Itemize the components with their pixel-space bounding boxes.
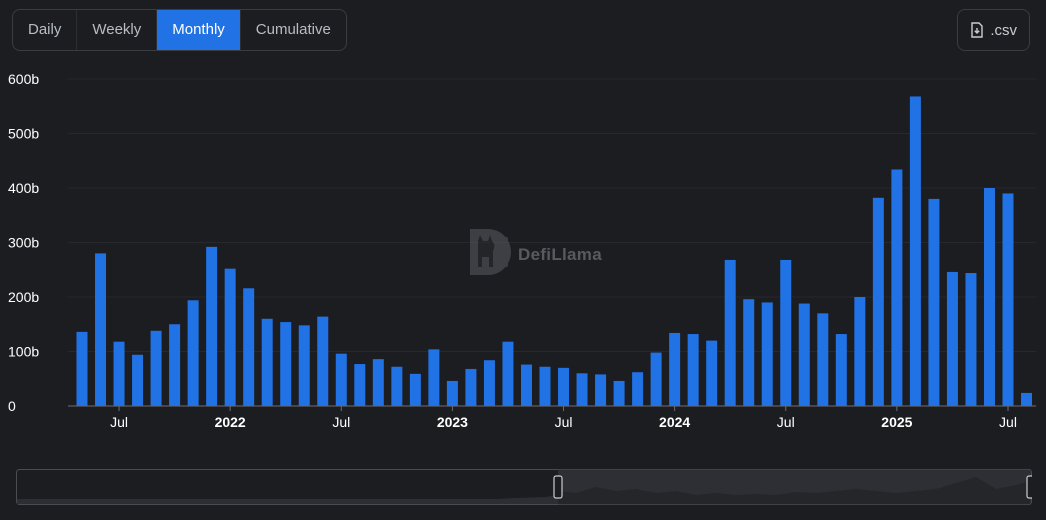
bar-2024-02[interactable] — [687, 334, 699, 406]
bar-2021-05[interactable] — [76, 331, 88, 406]
bar-2024-08[interactable] — [798, 303, 810, 406]
bar-2022-03[interactable] — [261, 318, 273, 406]
y-tick-label: 400b — [8, 180, 39, 196]
bar-2023-06[interactable] — [539, 366, 551, 406]
bar-2024-11[interactable] — [854, 297, 866, 406]
x-tick-label: 2023 — [437, 414, 468, 430]
bar-2022-04[interactable] — [280, 322, 292, 406]
x-tick-label: 2022 — [215, 414, 246, 430]
bar-2025-04[interactable] — [946, 271, 958, 406]
bar-undefined[interactable] — [1021, 392, 1033, 406]
bar-2023-12[interactable] — [650, 352, 662, 406]
bar-2022-02[interactable] — [243, 288, 255, 406]
bar-2024-06[interactable] — [761, 302, 773, 406]
bar-2021-06[interactable] — [95, 253, 107, 406]
y-tick-label: 600b — [8, 71, 39, 87]
bar-2025-01[interactable] — [891, 169, 903, 406]
x-tick-label: Jul — [555, 414, 573, 430]
bar-2025-05[interactable] — [965, 273, 977, 406]
bar-2023-04[interactable] — [502, 341, 514, 406]
defillama-watermark: DefiLlama — [466, 227, 602, 282]
bar-2021-12[interactable] — [206, 246, 218, 406]
bar-2022-06[interactable] — [317, 316, 329, 406]
zoom-left-handle[interactable] — [553, 475, 563, 499]
bar-2024-10[interactable] — [835, 334, 847, 406]
bar-2024-01[interactable] — [669, 332, 681, 406]
y-tick-label: 0 — [8, 398, 16, 414]
x-tick-label: 2024 — [659, 414, 690, 430]
zoom-overview-left — [17, 495, 558, 504]
bar-2023-02[interactable] — [465, 368, 477, 406]
bar-2022-10[interactable] — [391, 366, 403, 406]
y-tick-label: 500b — [8, 126, 39, 142]
bar-2024-09[interactable] — [817, 313, 829, 406]
y-tick-label: 200b — [8, 289, 39, 305]
x-tick-label: Jul — [999, 414, 1017, 430]
bar-2022-12[interactable] — [428, 349, 440, 406]
y-tick-label: 100b — [8, 344, 39, 360]
bar-2025-02[interactable] — [909, 96, 921, 406]
bar-2022-08[interactable] — [354, 364, 366, 406]
watermark-text: DefiLlama — [518, 244, 602, 264]
bar-2025-06[interactable] — [983, 188, 995, 406]
x-tick-label: Jul — [332, 414, 350, 430]
bar-2023-10[interactable] — [613, 380, 625, 406]
zoom-right-handle[interactable] — [1026, 475, 1032, 499]
bar-2025-07[interactable] — [1002, 193, 1014, 406]
llama-logo-icon — [466, 227, 512, 282]
x-tick-label: 2025 — [881, 414, 912, 430]
bar-2022-01[interactable] — [224, 268, 236, 406]
bar-2024-05[interactable] — [743, 299, 755, 406]
x-tick-label: Jul — [777, 414, 795, 430]
zoom-slider[interactable] — [16, 469, 1032, 505]
bar-2024-07[interactable] — [780, 259, 792, 406]
x-axis: Jul 2022 Jul 2023 Jul 2024 Jul 2025 Jul — [110, 406, 1017, 430]
bar-2024-03[interactable] — [706, 340, 718, 406]
bar-2024-04[interactable] — [724, 259, 736, 406]
bar-2023-01[interactable] — [446, 380, 458, 406]
bar-2022-09[interactable] — [372, 359, 384, 406]
x-tick-label: Jul — [110, 414, 128, 430]
bar-2022-11[interactable] — [409, 373, 421, 406]
bar-2021-10[interactable] — [169, 324, 181, 406]
y-axis: 0 100b 200b 300b 400b 500b 600b — [8, 71, 39, 414]
bar-2022-07[interactable] — [335, 353, 347, 406]
bar-2023-09[interactable] — [595, 374, 607, 406]
bar-2022-05[interactable] — [298, 325, 310, 406]
bar-2023-11[interactable] — [632, 372, 644, 406]
bar-2021-09[interactable] — [150, 330, 162, 406]
bar-2021-07[interactable] — [113, 341, 125, 406]
bar-2023-08[interactable] — [576, 373, 588, 406]
bar-2024-12[interactable] — [872, 197, 884, 406]
bar-2021-08[interactable] — [132, 354, 144, 406]
bar-2023-07[interactable] — [558, 367, 570, 406]
y-tick-label: 300b — [8, 235, 39, 251]
bar-2023-03[interactable] — [483, 360, 495, 406]
bar-2025-03[interactable] — [928, 198, 940, 406]
bar-2023-05[interactable] — [520, 364, 532, 406]
bar-2021-11[interactable] — [187, 300, 199, 406]
